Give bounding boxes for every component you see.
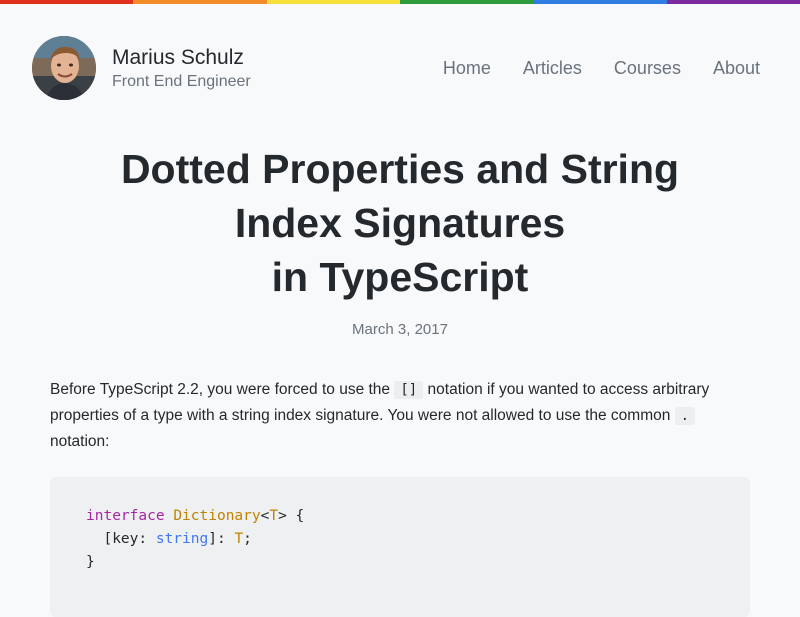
- code-content: interface Dictionary<T> { [key: string]:…: [86, 505, 304, 574]
- article-date: March 3, 2017: [352, 321, 448, 338]
- code-punct: ;: [243, 531, 252, 547]
- rainbow-segment-green: [399, 0, 534, 4]
- inline-code-brackets: []: [394, 381, 424, 399]
- paragraph-text: notation:: [50, 433, 110, 450]
- main-nav: Home Articles Courses About: [443, 58, 760, 79]
- code-punct: ]:: [208, 531, 235, 547]
- avatar[interactable]: [32, 36, 96, 100]
- code-punct: > {: [278, 508, 305, 524]
- inline-code-dot: .: [674, 407, 696, 425]
- rainbow-segment-blue: [533, 0, 667, 4]
- code-keyword: interface: [86, 508, 165, 524]
- nav-courses-link[interactable]: Courses: [614, 58, 681, 79]
- code-block: interface Dictionary<T> { [key: string]:…: [50, 477, 750, 617]
- site-author-name[interactable]: Marius Schulz: [112, 46, 244, 70]
- code-punct: }: [86, 554, 95, 570]
- article-paragraph: Before TypeScript 2.2, you were forced t…: [50, 377, 750, 455]
- code-text: [key:: [86, 531, 156, 547]
- code-type-param: T: [269, 508, 279, 524]
- site-tagline: Front End Engineer: [112, 73, 251, 90]
- rainbow-segment-orange: [133, 0, 267, 4]
- code-type-param: T: [234, 531, 244, 547]
- code-type-name: Dictionary: [173, 508, 261, 524]
- article-title: Dotted Properties and String Index Signa…: [0, 142, 800, 304]
- avatar-photo: [32, 36, 96, 100]
- nav-about-link[interactable]: About: [713, 58, 760, 79]
- nav-articles-link[interactable]: Articles: [523, 58, 582, 79]
- article-title-line: in TypeScript: [271, 254, 529, 300]
- rainbow-segment-yellow: [266, 0, 400, 4]
- code-builtin-type: string: [155, 531, 209, 547]
- nav-home-link[interactable]: Home: [443, 58, 491, 79]
- site-header: Marius Schulz Front End Engineer Home Ar…: [32, 36, 768, 100]
- article-title-line: Dotted Properties and String: [120, 146, 680, 192]
- paragraph-text: Before TypeScript 2.2, you were forced t…: [50, 381, 395, 398]
- rainbow-bar: [0, 0, 800, 4]
- rainbow-segment-purple: [666, 0, 800, 4]
- rainbow-segment-red: [0, 0, 134, 4]
- article-title-line: Index Signatures: [234, 200, 566, 246]
